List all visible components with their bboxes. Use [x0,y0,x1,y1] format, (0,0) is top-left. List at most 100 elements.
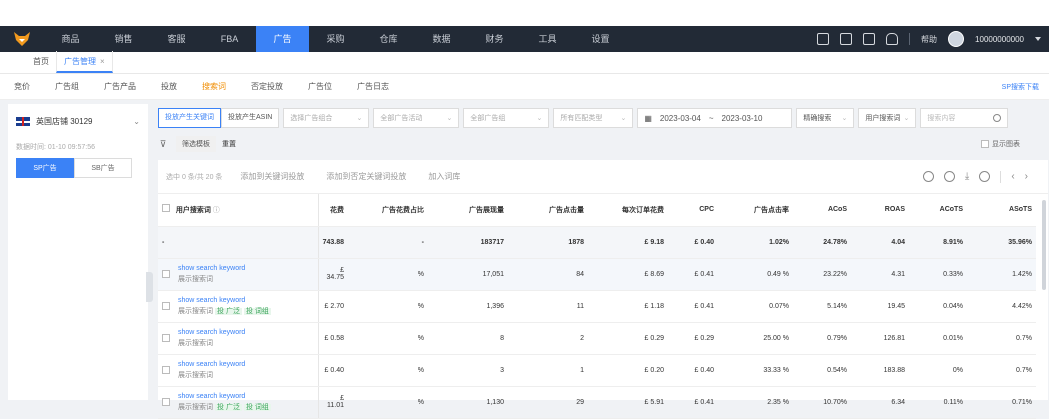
sp-ads-button[interactable]: SP广告 [16,158,74,178]
help-link[interactable]: 帮助 [921,34,937,45]
vertical-scrollbar[interactable] [1042,200,1046,290]
add-negative-keyword-button[interactable]: 添加到否定关键词投放 [326,171,406,182]
sub-label: 展示搜索词 [178,275,213,283]
nav-item-products[interactable]: 商品 [44,26,97,52]
fox-logo-icon[interactable] [0,26,44,52]
nav-item-warehouse[interactable]: 仓库 [362,26,415,52]
table-row[interactable]: show search keyword 展示搜索词 £ 0.58% 8 2 £ 0.29 £… [158,322,1036,355]
table-cell: 8 [428,322,508,355]
add-keyword-targeting-button[interactable]: 添加到关键词投放 [240,171,304,182]
row-checkbox[interactable] [162,302,170,310]
help-icon[interactable]: ⓘ [213,207,220,214]
chevron-down-icon[interactable] [1035,37,1041,41]
ad-group-select[interactable]: 全部广告组 ⌄ [463,108,550,128]
subtab-placement[interactable]: 广告位 [308,81,332,92]
search-term-link[interactable]: show search keyword [178,329,245,336]
reset-button[interactable]: 重置 [222,139,236,149]
chevron-down-icon: ⌄ [356,115,363,122]
header-roas[interactable]: ROAS [851,194,909,227]
settings-icon[interactable] [943,171,955,182]
nav-item-purchase[interactable]: 采购 [309,26,362,52]
tab-ad-management[interactable]: 广告管理 × [56,51,113,73]
table-cell: 3 [428,354,508,387]
nav-item-data[interactable]: 数据 [415,26,468,52]
date-range-picker[interactable]: ▦ 2023-03-04 ~ 2023-03-10 [637,108,793,128]
subtab-search-terms[interactable]: 搜索词 [202,81,226,92]
campaign-select[interactable]: 全部广告活动 ⌄ [373,108,460,128]
filter-template-button[interactable]: 筛选模板 [176,136,216,152]
subtab-ad-product[interactable]: 广告产品 [104,81,136,92]
close-icon[interactable]: × [100,57,105,66]
header-cpc[interactable]: CPC [668,194,718,227]
nav-item-service[interactable]: 客服 [150,26,203,52]
add-to-library-button[interactable]: 加入词库 [428,171,460,182]
search-term-link[interactable]: show search keyword [178,393,271,400]
table-row[interactable]: show search keyword 展示搜索词 £ 0.40% 3 1 £ 0.20 £… [158,354,1036,387]
show-chart-toggle[interactable]: 显示图表 [981,139,1020,149]
nav-item-finance[interactable]: 财务 [468,26,521,52]
table-row[interactable]: show search keyword 展示搜索词 £ 34.75% 17,051 84… [158,258,1036,291]
header-cost-per-order[interactable]: 每次订单花费 [588,194,668,227]
nav-item-fba[interactable]: FBA [203,26,256,52]
subtab-ad-group[interactable]: 广告组 [55,81,79,92]
subtab-targeting[interactable]: 投放 [161,81,177,92]
keyword-source-button[interactable]: 投放产生关键词 [158,108,221,128]
account-name[interactable]: 10000000000 [975,35,1024,44]
header-ctr[interactable]: 广告点击率 [718,194,793,227]
sb-ads-button[interactable]: SB广告 [74,158,132,178]
subtab-negative-targeting[interactable]: 否定投放 [251,81,283,92]
search-term-link[interactable]: show search keyword [178,265,245,272]
subtab-bid[interactable]: 竞价 [14,81,30,92]
search-icon[interactable] [993,114,1002,122]
row-checkbox[interactable] [162,366,170,374]
header-asots[interactable]: ASoTS [967,194,1036,227]
help-icon[interactable] [979,171,991,182]
tab-home[interactable]: 首页 [26,51,56,73]
checkbox[interactable] [981,140,989,148]
subtab-ad-log[interactable]: 广告日志 [357,81,389,92]
header-search-term[interactable]: 用户搜索词 ⓘ [158,194,319,227]
row-checkbox[interactable] [162,398,170,406]
search-mode-select[interactable]: 精确搜索 ⌄ [796,108,855,128]
header-acots[interactable]: ACoTS [909,194,967,227]
table-cell: 23.22% [793,258,851,291]
row-checkbox[interactable] [162,270,170,278]
match-type-select[interactable]: 所有匹配类型 ⌄ [553,108,634,128]
nav-item-tools[interactable]: 工具 [521,26,574,52]
row-checkbox[interactable] [162,334,170,342]
header-spend[interactable]: 花费 [318,194,348,227]
bell-icon[interactable] [886,33,899,45]
nav-item-ads[interactable]: 广告 [256,26,309,52]
table-cell: % [348,386,428,419]
match-tag: 投 词组 [243,403,271,411]
portfolio-select[interactable]: 选择广告组合 ⌄ [283,108,370,128]
select-all-checkbox[interactable] [162,204,170,213]
filter-icon[interactable]: ⊽ [158,139,168,150]
header-clicks[interactable]: 广告点击量 [508,194,588,227]
chevron-right-icon[interactable]: › [1025,171,1028,182]
nav-item-sales[interactable]: 销售 [97,26,150,52]
table-cell: 0.07% [718,290,793,323]
search-term-link[interactable]: show search keyword [178,361,245,368]
table-cell: 1 [508,354,588,387]
refresh-icon[interactable] [922,171,934,182]
panel-collapse-handle[interactable] [146,272,153,302]
shop-selector[interactable]: 英国店铺 30129 ⌄ [16,116,140,127]
table-row[interactable]: show search keyword 展示搜索词投 广泛投 词组 £ 11.01%… [158,386,1036,419]
nav-item-settings[interactable]: 设置 [574,26,627,52]
search-field-select[interactable]: 用户搜索词 ⌄ [858,108,917,128]
header-acos[interactable]: ACoS [793,194,851,227]
asin-source-button[interactable]: 投放产生ASIN [221,108,280,128]
search-input[interactable]: 搜索内容 [920,108,1009,128]
table-row[interactable]: show search keyword 展示搜索词投 广泛投 词组 £ 2.70% 1… [158,290,1036,323]
download-icon[interactable]: ⤓ [965,171,969,182]
search-term-link[interactable]: show search keyword [178,297,271,304]
header-impressions[interactable]: 广告展现量 [428,194,508,227]
document-icon[interactable] [840,33,853,45]
download-link[interactable]: SP搜索下载 [1002,82,1039,92]
download-icon[interactable] [817,33,830,45]
chevron-left-icon[interactable]: ‹ [1011,171,1014,182]
header-spend-share[interactable]: 广告花费占比 [348,194,428,227]
avatar[interactable] [948,31,965,47]
phone-icon[interactable] [863,33,876,45]
